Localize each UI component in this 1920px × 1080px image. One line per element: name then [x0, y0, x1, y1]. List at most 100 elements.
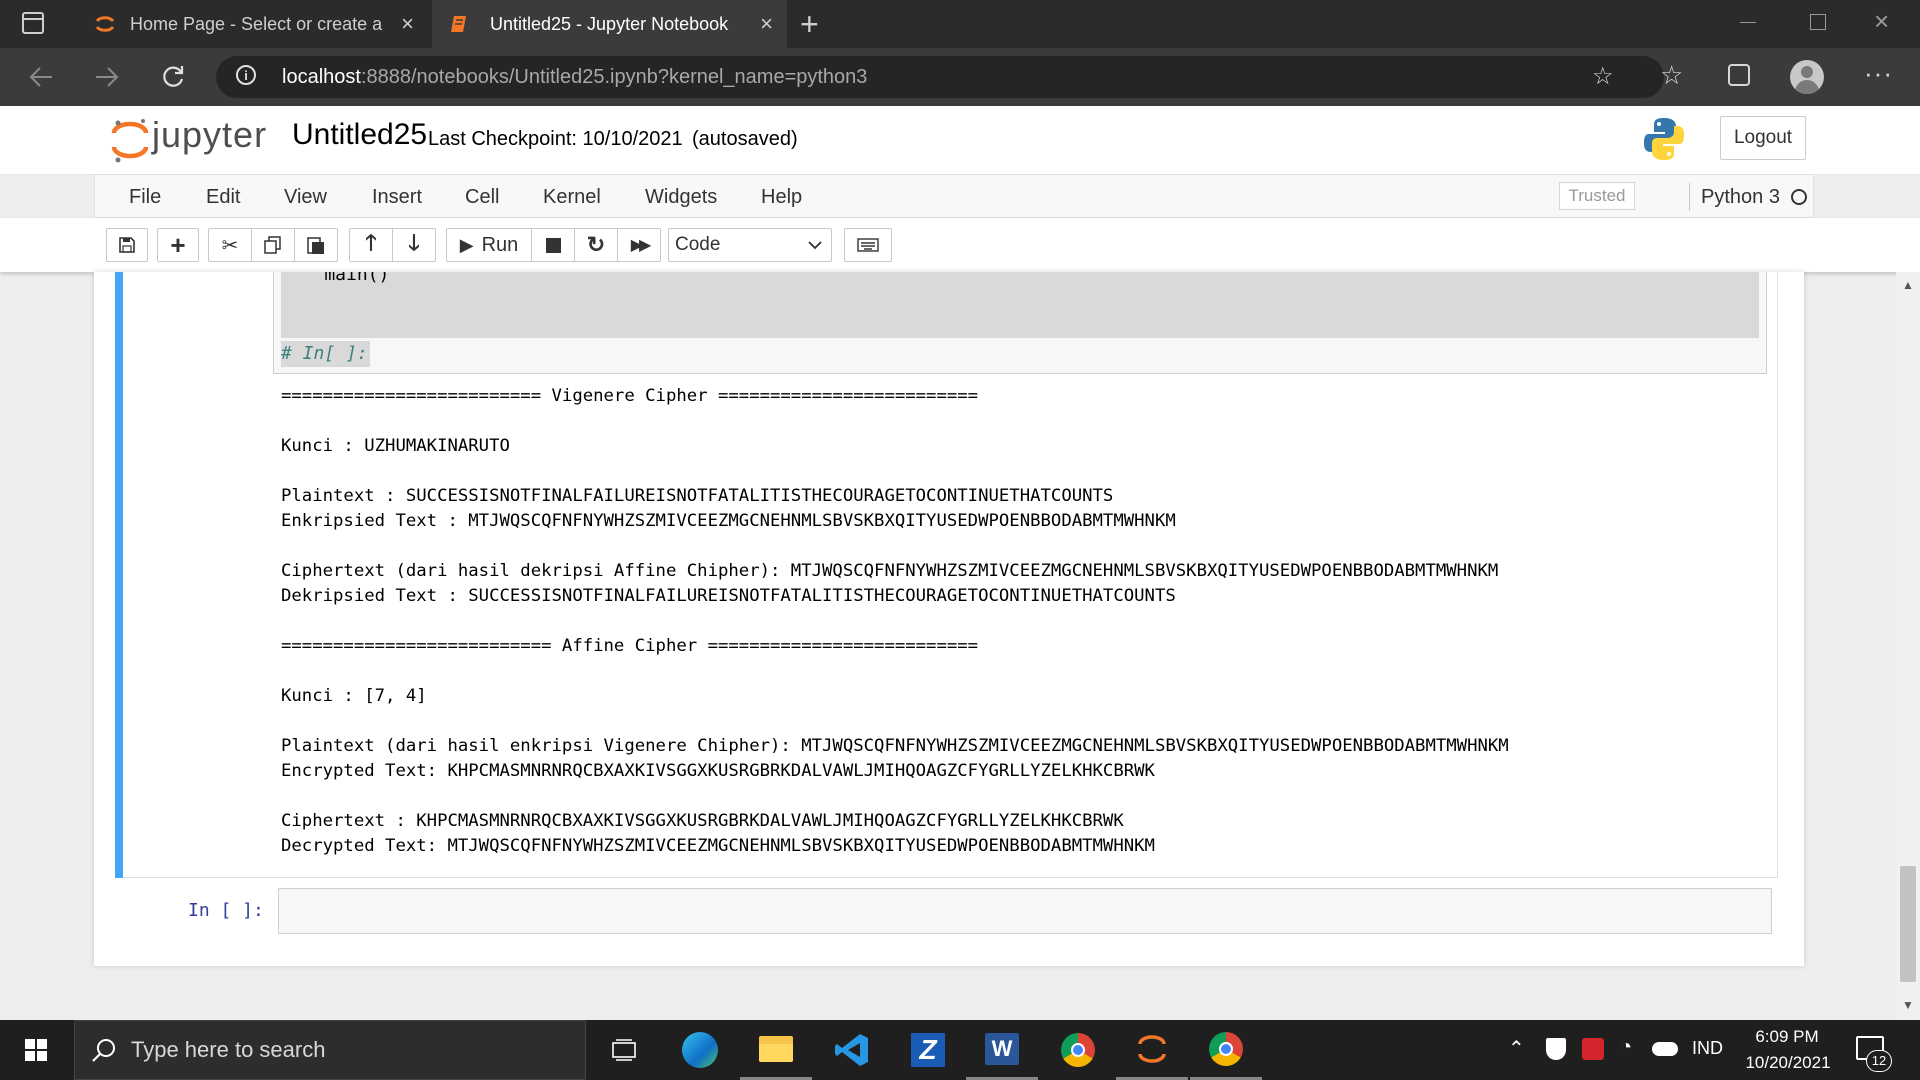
next-cell-prompt: In [ ]: [188, 900, 264, 921]
site-info-icon[interactable]: i [236, 65, 256, 85]
jupyter-logo-icon[interactable] [110, 116, 150, 164]
close-tab-icon[interactable]: × [760, 11, 773, 37]
output-line: Kunci : UZHUMAKINARUTO [281, 436, 510, 456]
search-icon [92, 1039, 115, 1062]
cut-button[interactable]: ✂ [208, 228, 252, 262]
scroll-down-icon[interactable]: ▼ [1902, 998, 1914, 1012]
taskbar-search-box[interactable]: Type here to search [74, 1020, 586, 1080]
acrobat-tray-icon[interactable] [1582, 1038, 1604, 1060]
clock-date[interactable]: 10/20/2021 [1738, 1053, 1838, 1073]
menu-kernel[interactable]: Kernel [543, 186, 601, 209]
scissors-icon: ✂ [221, 234, 239, 257]
forward-icon[interactable] [94, 66, 120, 88]
menu-view[interactable]: View [284, 186, 327, 209]
menu-cell[interactable]: Cell [465, 186, 499, 209]
trusted-indicator[interactable]: Trusted [1559, 182, 1635, 210]
security-icon[interactable] [1546, 1038, 1566, 1060]
save-icon [119, 237, 135, 253]
plus-icon: + [170, 229, 186, 260]
copy-button[interactable] [251, 228, 295, 262]
jupyter-tab-icon [95, 16, 115, 32]
move-up-button[interactable]: 🡑 [349, 228, 393, 262]
start-button[interactable] [0, 1020, 72, 1080]
cell-output-area: ========================= Vigenere Ciphe… [281, 384, 1761, 859]
back-icon[interactable] [28, 66, 54, 88]
refresh-icon[interactable] [160, 64, 186, 90]
tab-untitled25[interactable]: Untitled25 - Jupyter Notebook × [432, 0, 787, 48]
more-options-icon[interactable]: ··· [1864, 58, 1893, 89]
menu-file[interactable]: File [129, 186, 161, 209]
restart-run-all-button[interactable]: ▶▶ [617, 228, 661, 262]
interrupt-button[interactable] [531, 228, 575, 262]
minimize-icon[interactable] [1740, 22, 1756, 23]
favorites-icon[interactable]: ☆ [1660, 60, 1683, 91]
restart-icon: ↻ [586, 232, 606, 257]
close-window-icon[interactable]: × [1874, 6, 1889, 37]
chrome-profile-taskbar-icon[interactable] [1190, 1020, 1262, 1080]
scroll-thumb[interactable] [1900, 866, 1916, 982]
tab-actions-icon[interactable] [22, 12, 44, 34]
menu-widgets[interactable]: Widgets [645, 186, 717, 209]
kernel-name[interactable]: Python 3 [1701, 186, 1780, 209]
vscode-taskbar-icon[interactable] [816, 1020, 888, 1080]
insert-cell-button[interactable]: + [157, 228, 199, 262]
command-palette-button[interactable] [844, 228, 892, 262]
scroll-up-icon[interactable]: ▲ [1902, 278, 1914, 292]
maximize-icon[interactable] [1810, 14, 1826, 30]
search-placeholder: Type here to search [131, 1037, 326, 1062]
paste-icon [307, 237, 324, 254]
run-button[interactable]: ▶ Run [446, 228, 532, 262]
cell-type-select[interactable]: Code [668, 228, 832, 262]
notebook-name[interactable]: Untitled25 [292, 118, 427, 152]
menu-edit[interactable]: Edit [206, 186, 240, 209]
cell-type-value: Code [675, 234, 721, 255]
close-tab-icon[interactable]: × [401, 11, 414, 37]
jupyter-taskbar-icon[interactable] [1116, 1020, 1188, 1080]
notebook-tab-icon [451, 16, 466, 32]
code-comment-line: # In[ ]: [281, 341, 370, 367]
chevron-down-icon [808, 241, 822, 250]
show-hidden-icons[interactable]: ⌃ [1508, 1036, 1525, 1061]
zend-taskbar-icon[interactable]: Z [892, 1020, 964, 1080]
play-icon: ▶ [459, 234, 474, 255]
edge-taskbar-icon[interactable] [664, 1020, 736, 1080]
output-text: ========================= Vigenere Ciphe… [281, 384, 1761, 859]
jupyter-logo-text[interactable]: jupyter [152, 114, 267, 156]
scrollbar[interactable]: ▲ ▼ [1896, 272, 1920, 1020]
new-tab-icon[interactable]: + [800, 6, 819, 43]
keyboard-icon [857, 238, 879, 252]
menu-help[interactable]: Help [761, 186, 802, 209]
word-taskbar-icon[interactable]: W [966, 1020, 1038, 1080]
paste-button[interactable] [294, 228, 338, 262]
task-view-button[interactable] [588, 1020, 660, 1080]
clock-time[interactable]: 6:09 PM [1742, 1027, 1832, 1047]
file-explorer-taskbar-icon[interactable] [740, 1020, 812, 1080]
wifi-icon[interactable]: ◔ [1620, 1036, 1632, 1059]
output-line: Ciphertext (dari hasil dekripsi Affine C… [281, 561, 1499, 581]
logout-button[interactable]: Logout [1720, 116, 1806, 160]
chrome-taskbar-icon[interactable] [1042, 1020, 1114, 1080]
code-input-area[interactable]: main() # In[ ]: [273, 272, 1767, 374]
tab-home-page[interactable]: Home Page - Select or create a notebook … [78, 0, 428, 48]
empty-code-input[interactable] [278, 888, 1772, 934]
autosave-status: (autosaved) [692, 128, 798, 150]
menu-insert[interactable]: Insert [372, 186, 422, 209]
browser-address-bar: i localhost:8888/notebooks/Untitled25.ip… [0, 48, 1920, 106]
move-down-button[interactable]: 🡓 [392, 228, 436, 262]
fast-forward-icon: ▶▶ [630, 237, 652, 254]
restart-button[interactable]: ↻ [574, 228, 618, 262]
output-line: ========================= Vigenere Ciphe… [281, 386, 979, 406]
notification-badge: 12 [1866, 1050, 1892, 1072]
url-field[interactable]: i localhost:8888/notebooks/Untitled25.ip… [216, 56, 1664, 98]
save-button[interactable] [106, 228, 148, 262]
output-line: Enkripsied Text : MTJWQSCQFNFNYWHZSZMIVC… [281, 511, 1176, 531]
selected-code-cell[interactable]: main() # In[ ]: ========================… [115, 272, 1778, 878]
profile-avatar[interactable] [1790, 60, 1824, 94]
onedrive-icon[interactable] [1652, 1042, 1678, 1056]
add-favorite-icon[interactable]: ☆ [1592, 62, 1614, 91]
language-indicator[interactable]: IND [1692, 1038, 1723, 1059]
collections-icon[interactable] [1728, 64, 1750, 86]
last-checkpoint: Last Checkpoint: 10/10/2021 [428, 128, 683, 150]
